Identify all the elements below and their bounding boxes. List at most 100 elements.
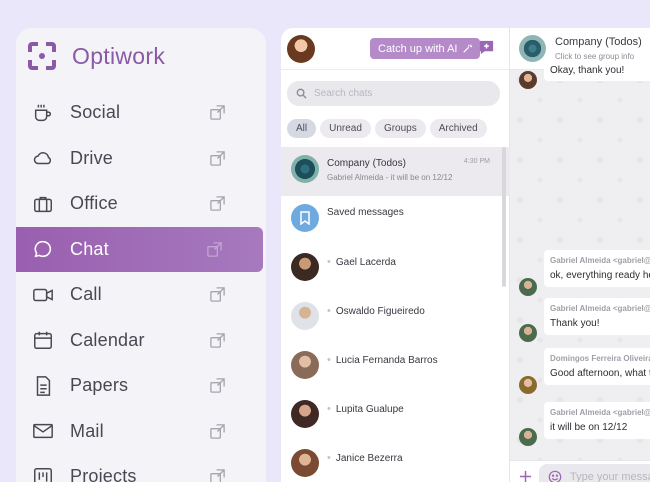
brand[interactable]: Optiwork: [26, 40, 165, 72]
conversation-title: Company (Todos): [555, 36, 642, 48]
message-text: Good afternoon, what time: [550, 368, 650, 379]
chat-row-name: Saved messages: [327, 207, 404, 218]
open-external-icon[interactable]: [209, 377, 226, 394]
message-sender: Gabriel Almeida <gabriel@: [550, 256, 650, 265]
chat-rows: Company (Todos) 4:30 PM Gabriel Almeida …: [281, 147, 510, 482]
nav-item-drive[interactable]: Drive: [16, 136, 266, 182]
chat-row-contact[interactable]: Oswaldo Figueiredo: [281, 294, 510, 343]
nav-item-social[interactable]: Social: [16, 90, 266, 136]
filter-archived[interactable]: Archived: [429, 119, 487, 138]
message-bubble: Domingos Ferreira Oliveira Good afternoo…: [544, 348, 650, 385]
open-external-icon[interactable]: [209, 423, 226, 440]
emoji-icon[interactable]: [548, 470, 562, 482]
nav-item-label: Chat: [70, 238, 109, 259]
app-window: Optiwork Social Drive Office Chat Call C…: [0, 0, 650, 482]
kanban-icon: [32, 466, 54, 482]
search-input[interactable]: [314, 88, 484, 99]
nav-item-projects[interactable]: Projects: [16, 454, 266, 482]
contact-avatar: [291, 253, 319, 281]
message-bubble: Okay, thank you!: [544, 62, 650, 81]
document-icon: [32, 375, 54, 397]
nav-item-mail[interactable]: Mail: [16, 409, 266, 455]
chat-row-contact[interactable]: Janice Bezerra: [281, 441, 510, 482]
chat-row-preview: Gabriel Almeida - it will be on 12/12: [327, 173, 453, 182]
nav-item-label: Projects: [70, 466, 137, 482]
sender-avatar: [519, 428, 537, 446]
nav-item-label: Office: [70, 193, 118, 214]
message-sender: Gabriel Almeida <gabriel@: [550, 408, 650, 417]
chat-row-saved[interactable]: Saved messages: [281, 196, 510, 245]
nav-item-calendar[interactable]: Calendar: [16, 318, 266, 364]
filter-all[interactable]: All: [287, 119, 317, 138]
chat-bubble-icon: [32, 238, 54, 260]
conversation-panel: Company (Todos) Click to see group info …: [510, 28, 650, 482]
message-text: Okay, thank you!: [550, 65, 625, 76]
filter-groups[interactable]: Groups: [374, 119, 426, 138]
nav-item-label: Papers: [70, 375, 129, 396]
nav-item-chat[interactable]: Chat: [16, 226, 263, 272]
nav-item-label: Calendar: [70, 329, 145, 350]
chat-row-contact[interactable]: Lupita Gualupe: [281, 392, 510, 441]
nav-item-label: Social: [70, 102, 121, 123]
message-composer: [510, 460, 650, 482]
catch-up-ai-label: Catch up with AI: [378, 42, 458, 55]
group-avatar: [291, 155, 319, 183]
open-external-icon[interactable]: [209, 332, 226, 349]
chat-row-name: Company (Todos): [327, 158, 406, 169]
video-camera-icon: [32, 284, 54, 306]
nav-item-label: Mail: [70, 420, 104, 441]
mail-icon: [32, 420, 54, 442]
message-sender: Domingos Ferreira Oliveira: [550, 354, 650, 363]
message-text: it will be on 12/12: [550, 422, 628, 433]
search-icon: [296, 88, 307, 99]
chat-row-company[interactable]: Company (Todos) 4:30 PM Gabriel Almeida …: [281, 147, 510, 196]
chat-row-name: Janice Bezerra: [327, 452, 403, 464]
message-bubble: Gabriel Almeida <gabriel@ it will be on …: [544, 402, 650, 439]
group-avatar: [519, 35, 546, 62]
chat-row-name: Lupita Gualupe: [327, 403, 404, 415]
magic-wand-icon: [462, 43, 472, 53]
filter-unread[interactable]: Unread: [320, 119, 371, 138]
sender-avatar: [519, 71, 537, 89]
contact-avatar: [291, 302, 319, 330]
open-external-icon[interactable]: [206, 241, 223, 258]
brand-name: Optiwork: [72, 42, 166, 69]
nav-item-office[interactable]: Office: [16, 181, 266, 227]
sender-avatar: [519, 278, 537, 296]
chat-list-header: Catch up with AI: [281, 28, 509, 70]
nav-list: Social Drive Office Chat Call Calendar P…: [16, 90, 266, 482]
catch-up-ai-button[interactable]: Catch up with AI: [370, 38, 480, 59]
conversation-subtitle: Click to see group info: [555, 52, 635, 61]
bookmark-icon: [291, 204, 319, 232]
chat-list-panel: Catch up with AI All Unread Groups Archi…: [281, 28, 510, 482]
open-external-icon[interactable]: [209, 104, 226, 121]
open-external-icon[interactable]: [209, 195, 226, 212]
my-avatar[interactable]: [287, 35, 315, 63]
chat-row-time: 4:30 PM: [463, 158, 490, 165]
open-external-icon[interactable]: [209, 468, 226, 482]
chat-list-scrollbar[interactable]: [502, 147, 506, 287]
chat-row-contact[interactable]: Gael Lacerda: [281, 245, 510, 294]
chat-row-contact[interactable]: Lucia Fernanda Barros: [281, 343, 510, 392]
chat-row-name: Gael Lacerda: [327, 256, 396, 268]
message-input[interactable]: [570, 471, 650, 482]
message-text: ok, everything ready here: [550, 270, 650, 281]
open-external-icon[interactable]: [209, 286, 226, 303]
contact-avatar: [291, 351, 319, 379]
chat-row-name: Oswaldo Figueiredo: [327, 305, 425, 317]
message-text: Thank you!: [550, 318, 600, 329]
nav-item-call[interactable]: Call: [16, 272, 266, 318]
nav-item-label: Drive: [70, 147, 114, 168]
nav-item-papers[interactable]: Papers: [16, 363, 266, 409]
plus-icon[interactable]: [519, 470, 532, 482]
message-sender: Gabriel Almeida <gabriel@: [550, 304, 650, 313]
calendar-icon: [32, 329, 54, 351]
contact-avatar: [291, 400, 319, 428]
sidebar: Optiwork Social Drive Office Chat Call C…: [16, 28, 266, 482]
filter-chips: All Unread Groups Archived: [287, 119, 487, 138]
new-chat-icon[interactable]: [478, 39, 495, 56]
coffee-icon: [32, 102, 54, 124]
sender-avatar: [519, 324, 537, 342]
open-external-icon[interactable]: [209, 150, 226, 167]
chat-row-name: Lucia Fernanda Barros: [327, 354, 438, 366]
